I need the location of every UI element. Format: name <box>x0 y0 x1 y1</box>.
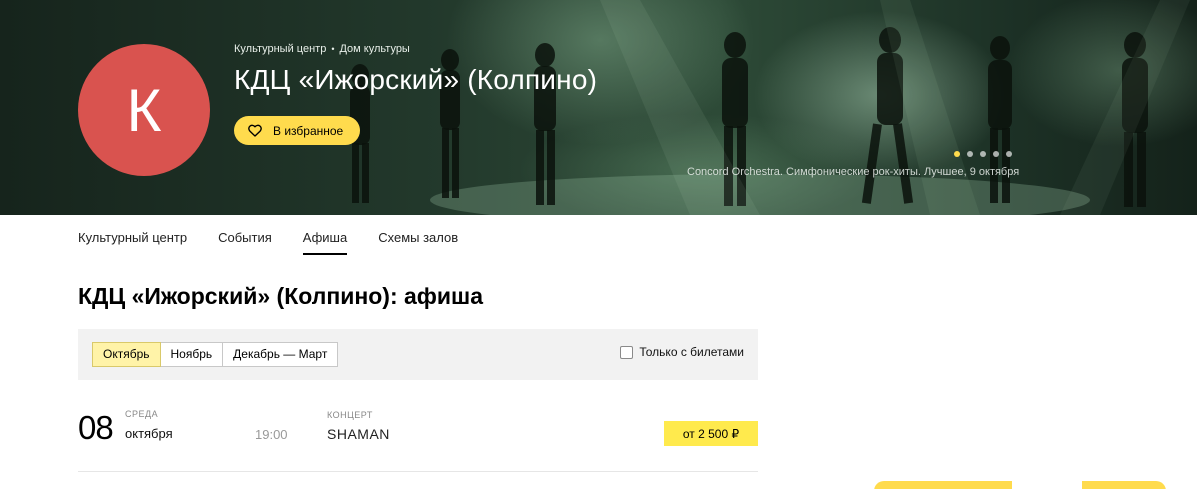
month-filter-november[interactable]: Ноябрь <box>159 342 224 367</box>
hero-banner: К Культурный центр • Дом культуры КДЦ «И… <box>0 0 1200 215</box>
breadcrumb: Культурный центр • Дом культуры <box>234 43 410 55</box>
tab-afisha[interactable]: Афиша <box>302 230 348 255</box>
page-title: КДЦ «Ижорский» (Колпино): афиша <box>78 283 484 309</box>
carousel-dot[interactable] <box>954 151 960 157</box>
venue-avatar: К <box>78 44 210 176</box>
buy-ticket-button[interactable]: от 2 500 ₽ <box>664 421 758 446</box>
event-row[interactable]: 08 среда октября 19:00 концерт SHAMAN от… <box>78 405 758 472</box>
only-tickets-toggle[interactable]: Только с билетами <box>620 345 744 359</box>
venue-tabs: Культурный центр События Афиша Схемы зал… <box>78 230 489 255</box>
tab-events[interactable]: События <box>218 230 272 255</box>
event-time: 19:00 <box>255 427 288 442</box>
month-filter-october[interactable]: Октябрь <box>92 342 161 367</box>
carousel-dot[interactable] <box>967 151 973 157</box>
add-to-favorites-button[interactable]: В избранное <box>234 116 360 145</box>
filter-bar: Октябрь Ноябрь Декабрь — Март Только с б… <box>78 329 758 380</box>
floating-widget-partial[interactable] <box>874 481 1166 489</box>
event-day: 08 <box>78 409 114 446</box>
tab-hall-schemes[interactable]: Схемы залов <box>378 230 458 255</box>
checkbox-icon[interactable] <box>620 345 634 359</box>
avatar-letter: К <box>126 76 162 144</box>
tab-culture-center[interactable]: Культурный центр <box>78 230 187 255</box>
heart-icon <box>248 124 262 137</box>
event-weekday: среда <box>125 409 159 419</box>
event-name[interactable]: SHAMAN <box>327 426 390 442</box>
event-month: октября <box>125 426 173 441</box>
venue-title: КДЦ «Ижорский» (Колпино) <box>234 64 598 95</box>
carousel-dots <box>954 151 1019 157</box>
breadcrumb-item-culture-center[interactable]: Культурный центр <box>234 43 326 55</box>
carousel-dot[interactable] <box>993 151 999 157</box>
breadcrumb-separator: • <box>331 44 335 54</box>
month-segmented-control: Октябрь Ноябрь Декабрь — Март <box>92 342 339 367</box>
carousel-dot[interactable] <box>980 151 986 157</box>
add-to-favorites-label: В избранное <box>273 123 344 138</box>
breadcrumb-item-house-of-culture[interactable]: Дом культуры <box>339 43 409 55</box>
only-tickets-label: Только с билетами <box>639 345 744 359</box>
event-category: концерт <box>327 410 373 420</box>
carousel-dot[interactable] <box>1006 151 1012 157</box>
month-filter-december-march[interactable]: Декабрь — Март <box>222 342 339 367</box>
hero-caption[interactable]: Concord Orchestra. Симфонические рок-хит… <box>687 166 1019 178</box>
floating-widget-segment <box>1012 481 1082 489</box>
